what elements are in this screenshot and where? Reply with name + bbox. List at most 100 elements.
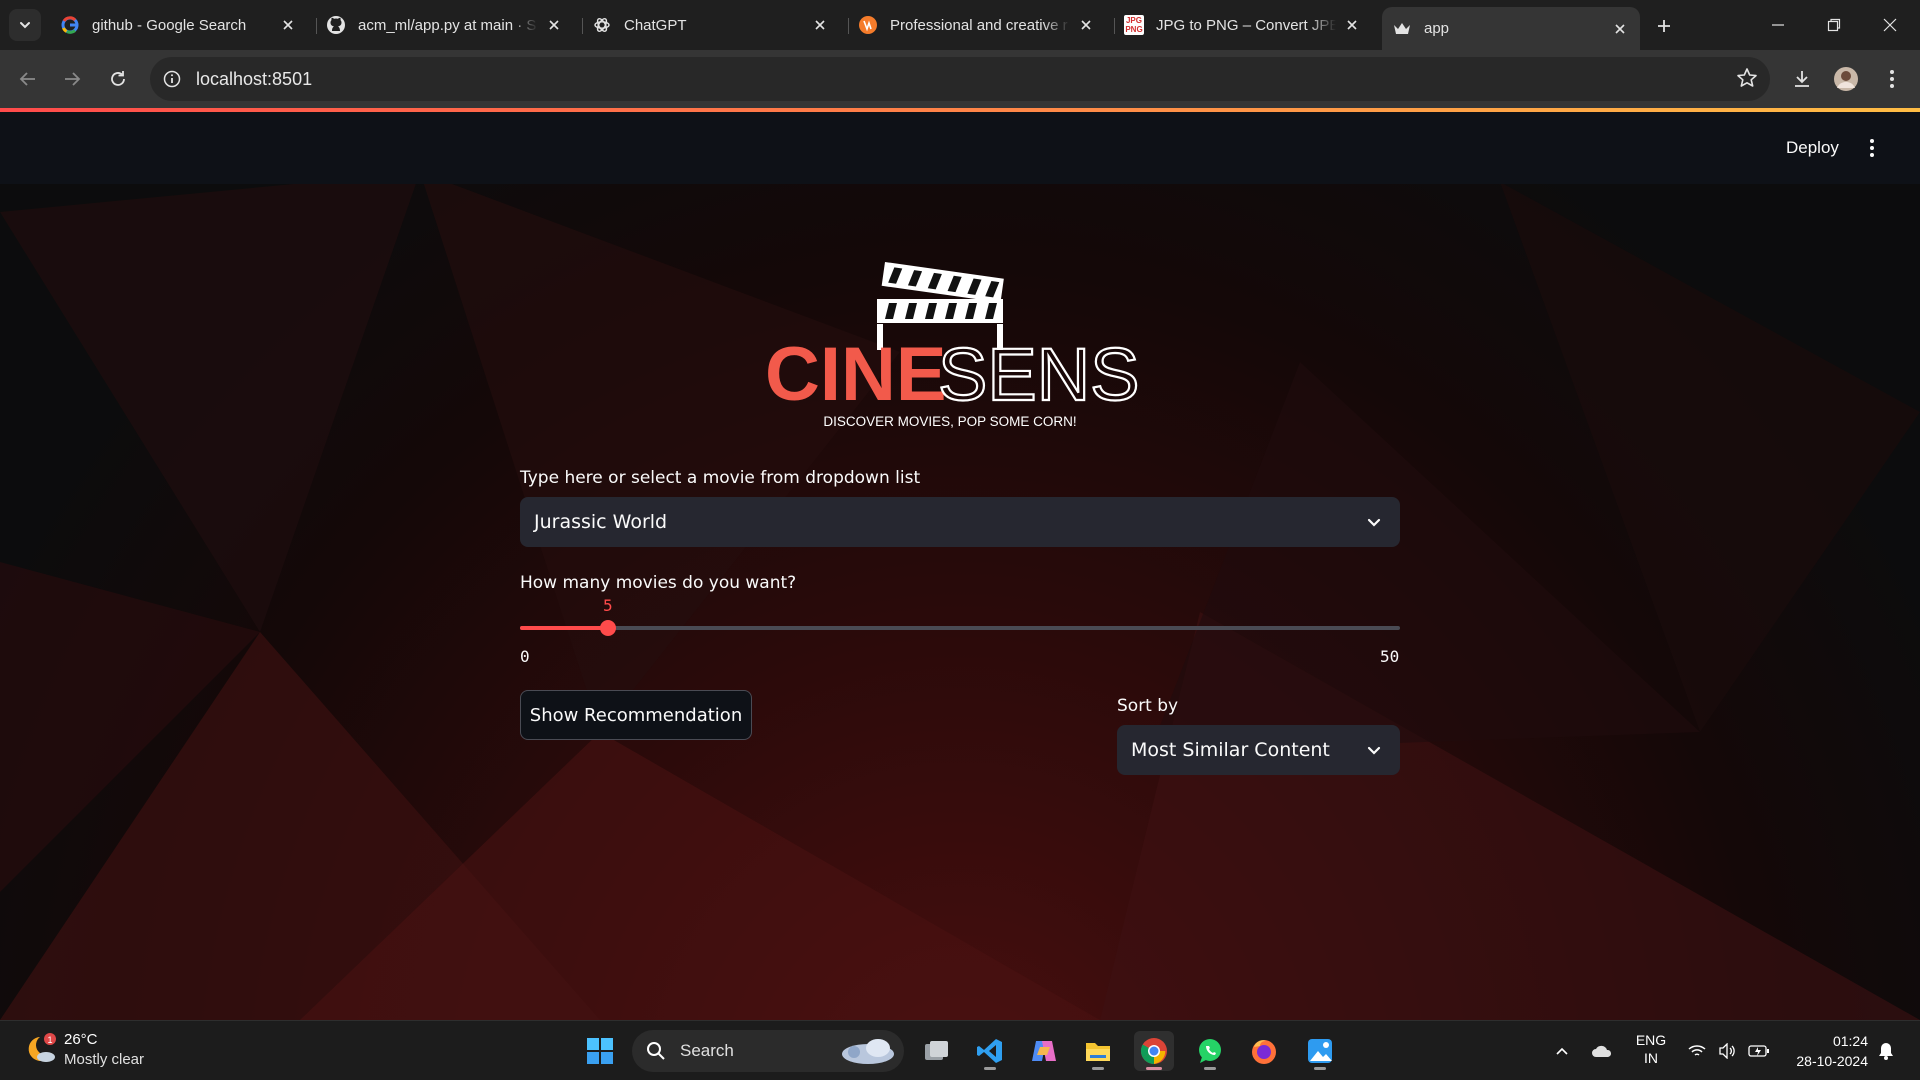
search-icon [647, 1042, 665, 1060]
cinesense-logo: CINE SENSE DISCOVER MOVIES, POP SOME COR… [765, 262, 1140, 429]
running-indicator [1092, 1067, 1104, 1070]
weather-widget[interactable]: 1 26°C Mostly clear [20, 1029, 220, 1073]
whatsapp-app[interactable] [1190, 1031, 1230, 1071]
sort-select[interactable]: Most Similar Content [1117, 725, 1400, 775]
movie-select-label: Type here or select a movie from dropdow… [520, 468, 921, 488]
start-button[interactable] [580, 1031, 620, 1071]
close-window-button[interactable] [1874, 10, 1906, 40]
chrome-app[interactable] [1134, 1031, 1174, 1071]
photos-app[interactable] [1300, 1031, 1340, 1071]
tab-title: github - Google Search [92, 16, 247, 34]
browser-toolbar: localhost:8501 [0, 50, 1920, 108]
task-view-button[interactable] [916, 1031, 956, 1071]
chevron-down-icon [1367, 746, 1381, 755]
tab-professional[interactable]: Professional and creative r [848, 8, 1106, 42]
app-viewport: Deploy CINE SENS DISCOVER MOVIES, POP SO… [0, 112, 1920, 1020]
close-icon[interactable] [544, 15, 564, 35]
bookmark-star-icon[interactable] [1736, 67, 1760, 91]
running-indicator [1314, 1067, 1326, 1070]
wifi-tray[interactable] [1684, 1031, 1710, 1071]
volume-tray[interactable] [1714, 1031, 1740, 1071]
vertical-dots-icon [1890, 70, 1894, 88]
battery-tray[interactable] [1744, 1031, 1774, 1071]
weather-condition: Mostly clear [64, 1051, 145, 1068]
slider-max-label: 50 [1380, 647, 1400, 666]
movie-select[interactable]: Jurassic World [520, 497, 1400, 547]
onedrive-tray[interactable] [1588, 1031, 1616, 1071]
vscode-app[interactable] [970, 1031, 1010, 1071]
tab-app-active[interactable]: app [1382, 7, 1640, 50]
avatar-icon [1834, 67, 1858, 91]
browser-tab-strip: github - Google Search acm_ml/app.py at … [0, 0, 1920, 50]
system-clock[interactable]: 01:24 28-10-2024 [1782, 1031, 1868, 1071]
download-icon [1795, 71, 1809, 87]
vscode-icon [977, 1039, 1002, 1063]
taskbar-search[interactable]: Search [632, 1030, 904, 1072]
show-recommendation-button[interactable]: Show Recommendation [520, 690, 752, 740]
firefox-app[interactable] [1244, 1031, 1284, 1071]
movie-select-value: Jurassic World [534, 511, 668, 533]
close-icon[interactable] [278, 15, 298, 35]
profile-avatar[interactable] [1830, 63, 1862, 95]
chrome-icon [1140, 1038, 1167, 1065]
file-explorer-app[interactable] [1078, 1031, 1118, 1071]
new-tab-button[interactable] [1650, 12, 1678, 40]
running-indicator [984, 1067, 996, 1070]
site-info-icon[interactable] [160, 67, 184, 91]
copilot-app[interactable] [1024, 1031, 1064, 1071]
minimize-button[interactable] [1762, 10, 1794, 40]
downloads-button[interactable] [1786, 63, 1818, 95]
cloud-icon [1592, 1045, 1612, 1057]
windows-logo-icon [587, 1038, 613, 1064]
copilot-icon [1032, 1041, 1056, 1061]
tab-search-button[interactable] [9, 9, 41, 41]
search-highlight-icon [842, 1039, 894, 1064]
arrow-right-icon [65, 72, 81, 86]
close-icon[interactable] [810, 15, 830, 35]
reload-button[interactable] [102, 63, 134, 95]
tab-title: Professional and creative r [890, 16, 1068, 34]
minimize-icon [1772, 24, 1784, 26]
search-placeholder: Search [680, 1041, 734, 1060]
tab-jpg-to-png[interactable]: JPG PNG JPG to PNG – Convert JPEG [1114, 8, 1372, 42]
close-icon[interactable] [1610, 19, 1630, 39]
close-icon[interactable] [1342, 15, 1362, 35]
app-menu-button[interactable] [1860, 133, 1884, 163]
tab-google-search[interactable]: github - Google Search [50, 8, 308, 42]
notifications-button[interactable] [1874, 1031, 1898, 1071]
close-icon[interactable] [1076, 15, 1096, 35]
github-icon [326, 15, 346, 35]
restore-icon [1827, 18, 1841, 32]
clock-date: 28-10-2024 [1796, 1053, 1868, 1069]
sort-select-value: Most Similar Content [1131, 739, 1330, 761]
google-icon [60, 15, 80, 35]
tab-chatgpt[interactable]: ChatGPT [582, 8, 840, 42]
back-button[interactable] [12, 63, 44, 95]
browser-menu-button[interactable] [1876, 63, 1908, 95]
forward-button[interactable] [56, 63, 88, 95]
active-indicator [1146, 1067, 1162, 1070]
site-icon [858, 15, 878, 35]
running-indicator [1204, 1067, 1216, 1070]
reload-icon [111, 71, 125, 86]
logo-word-cine: CINE [765, 332, 947, 417]
chatgpt-icon [592, 15, 612, 35]
slider-thumb[interactable] [600, 620, 616, 636]
tab-github[interactable]: acm_ml/app.py at main · SI [316, 8, 574, 42]
url-text[interactable]: localhost:8501 [196, 69, 312, 90]
chevron-down-icon [20, 22, 30, 29]
language-indicator[interactable]: ENG IN [1628, 1031, 1674, 1067]
restore-button[interactable] [1818, 10, 1850, 40]
count-slider[interactable] [520, 620, 1400, 636]
address-bar[interactable]: localhost:8501 [150, 57, 1770, 101]
count-slider-label: How many movies do you want? [520, 573, 797, 593]
polygon-background [0, 172, 1920, 1020]
slider-filled-track [520, 626, 608, 630]
deploy-button[interactable]: Deploy [1774, 133, 1851, 163]
whatsapp-icon [1199, 1039, 1221, 1063]
bell-icon [1879, 1043, 1893, 1060]
weather-badge: 1 [47, 1035, 52, 1045]
show-hidden-icons-button[interactable] [1550, 1031, 1574, 1071]
clock-time: 01:24 [1832, 1033, 1868, 1049]
jpg-png-icon: JPG PNG [1124, 15, 1144, 35]
